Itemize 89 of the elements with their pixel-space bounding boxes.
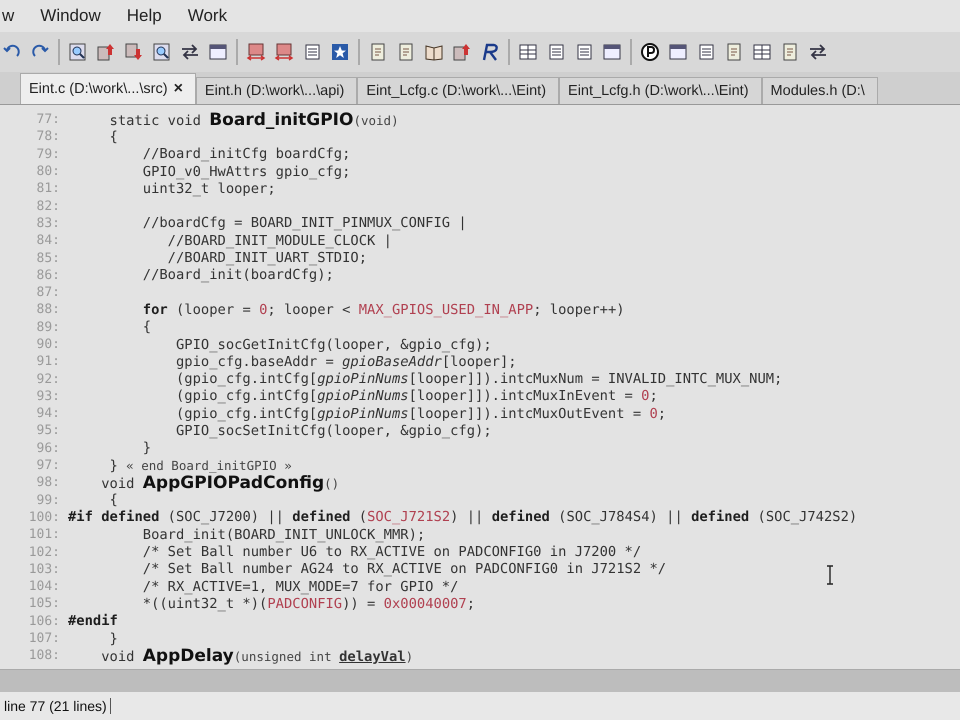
code-line: void AppDelay(unsigned int delayVal) <box>100 646 414 666</box>
code-line: /* RX_ACTIVE=1, MUX_MODE=7 for GPIO */ <box>142 578 458 595</box>
line-number: 108: <box>28 648 60 664</box>
line-number: 87: <box>36 285 60 300</box>
frame-icon[interactable] <box>668 42 688 62</box>
line-number: 78: <box>36 129 60 144</box>
line-number: 99: <box>36 492 60 508</box>
code-line: uint32_t looper; <box>142 180 276 197</box>
magnifier-icon[interactable] <box>68 42 88 62</box>
file-tab[interactable]: Modules.h (D:\ <box>762 77 878 104</box>
code-line: //Board_initCfg boardCfg; <box>142 146 350 162</box>
line-number: 98: <box>36 475 60 490</box>
code-line: } <box>108 630 118 647</box>
code-line: /* Set Ball number U6 to RX_ACTIVE on PADCONFIG0 in J7200 */ <box>142 544 642 560</box>
line-number: 100: <box>28 510 60 525</box>
window-icon[interactable] <box>208 42 228 62</box>
line-number: 80: <box>36 164 60 180</box>
file-tab[interactable]: Eint_Lcfg.c (D:\work\...\Eint) <box>357 77 560 104</box>
text-cursor-icon <box>826 565 834 585</box>
code-line: Board_init(BOARD_INIT_UNLOCK_MMR); <box>142 526 426 543</box>
line-number: 103: <box>28 562 60 577</box>
line-number: 107: <box>28 631 60 646</box>
code-line: for (looper = 0; looper < MAX_GPIOS_USED_IN_APP; looper++) <box>142 302 625 318</box>
line-number: 79: <box>36 146 60 162</box>
page-arrow-up-icon[interactable] <box>96 42 116 62</box>
swap-arrows-icon[interactable] <box>180 42 200 62</box>
line-number: 83: <box>36 216 60 231</box>
code-line: void AppGPIOPadConfig() <box>100 472 340 493</box>
menu-item[interactable]: Help <box>124 6 164 26</box>
arrows-icon[interactable] <box>808 42 828 62</box>
line-number: 95: <box>36 423 60 438</box>
code-line: GPIO_v0_HwAttrs gpio_cfg; <box>142 164 350 180</box>
code-line: (gpio_cfg.intCfg[gpioPinNums[looper]]).intcMuxInEvent = 0; <box>174 388 658 404</box>
grid-icon[interactable] <box>518 42 538 62</box>
code-line: { <box>142 319 152 336</box>
line-number: 105: <box>28 596 60 612</box>
status-text: line 77 (21 lines) <box>0 698 111 714</box>
line-number: 106: <box>28 614 60 629</box>
menu-item[interactable]: Window <box>38 6 103 26</box>
windows-icon[interactable] <box>602 42 622 62</box>
line-number: 88: <box>36 302 60 318</box>
code-line: /* Set Ball number AG24 to RX_ACTIVE on PADCONFIG0 in J721S2 */ <box>142 561 666 578</box>
line-number: 86: <box>36 268 60 283</box>
file-tab[interactable]: Eint_Lcfg.h (D:\work\...\Eint) <box>559 77 762 104</box>
close-tab-button[interactable]: × <box>174 80 183 98</box>
menu-item[interactable]: w <box>0 6 16 26</box>
circle-p-icon[interactable] <box>640 42 660 62</box>
code-line: #if defined (SOC_J7200) || defined (SOC_J721S2) || defined (SOC_J784S4) || defined (SOC_J742S2) <box>68 509 858 526</box>
split-arrows-icon[interactable] <box>274 42 294 62</box>
line-number: 92: <box>36 372 60 387</box>
line-number: 84: <box>36 233 60 248</box>
menu-item[interactable]: Work <box>186 6 230 26</box>
line-number: 96: <box>36 440 60 456</box>
line-number: 97: <box>36 458 60 474</box>
line-number: 89: <box>36 320 60 335</box>
code-line: *((uint32_t *)(PADCONFIG)) = 0x00040007; <box>142 596 476 612</box>
line-number: 82: <box>36 198 60 214</box>
code-line: //Board_init(boardCfg); <box>142 267 334 284</box>
code-line: { <box>108 128 118 145</box>
line-number: 81: <box>36 181 60 196</box>
code-line: //BOARD_INIT_UART_STDIO; <box>166 250 368 266</box>
code-line: } <box>142 440 152 456</box>
code-line: (gpio_cfg.intCfg[gpioPinNums[looper]]).intcMuxOutEvent = 0; <box>174 406 666 422</box>
split-arrows-icon[interactable] <box>246 42 266 62</box>
line-number: 104: <box>28 579 60 594</box>
line-number: 77: <box>36 112 60 128</box>
line-number: 102: <box>28 544 60 560</box>
line-number: 101: <box>28 527 60 542</box>
code-line: { <box>108 492 118 508</box>
line-number: 90: <box>36 337 60 352</box>
code-line: static void Board_initGPIO(void) <box>108 110 399 130</box>
line-number: 85: <box>36 250 60 266</box>
code-line: #endif <box>68 613 118 630</box>
code-line: //BOARD_INIT_MODULE_CLOCK | <box>166 232 392 249</box>
code-line: GPIO_socSetInitCfg(looper, &gpio_cfg); <box>174 422 492 439</box>
code-line: GPIO_socGetInitCfg(looper, &gpio_cfg); <box>174 336 492 352</box>
code-line: //boardCfg = BOARD_INIT_PINMUX_CONFIG | <box>142 215 467 232</box>
code-line: } « end Board_initGPIO » <box>108 458 292 474</box>
file-tab[interactable]: Eint.c (D:\work\...\src) × <box>20 73 196 104</box>
line-number: 93: <box>36 388 60 404</box>
line-number: 94: <box>36 406 60 422</box>
magnifier-icon[interactable] <box>152 42 172 62</box>
code-line: gpio_cfg.baseAddr = gpioBaseAddr[looper]; <box>174 354 517 370</box>
page-arrow-down-icon[interactable] <box>124 42 144 62</box>
file-tab[interactable]: Eint.h (D:\work\...\api) <box>196 77 358 104</box>
code-line: (gpio_cfg.intCfg[gpioPinNums[looper]]).intcMuxNum = INVALID_INTC_MUX_NUM; <box>174 371 782 388</box>
horizontal-scrollbar[interactable] <box>0 669 960 692</box>
line-number: 91: <box>36 354 60 370</box>
r-letter-icon[interactable] <box>480 42 500 62</box>
